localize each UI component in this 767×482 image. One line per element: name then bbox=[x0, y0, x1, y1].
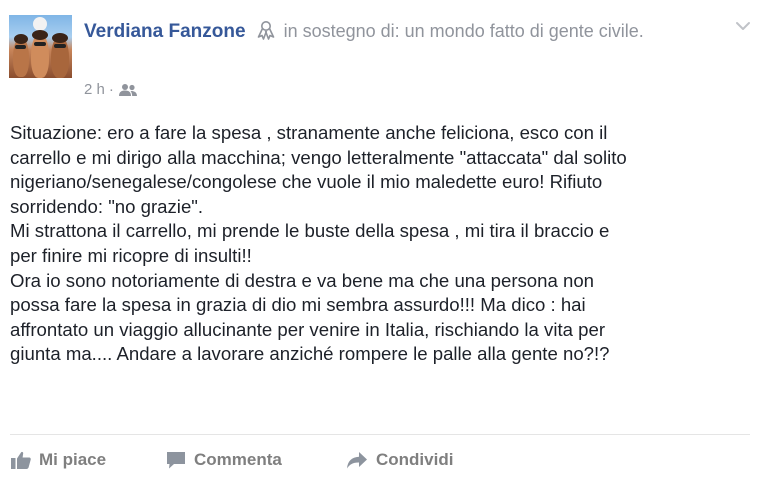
comment-button[interactable]: Commenta bbox=[165, 450, 345, 470]
post-header: Verdiana Fanzone in sostegno di: un mond… bbox=[84, 17, 704, 46]
post-timestamp[interactable]: 2 h bbox=[84, 80, 105, 100]
post-line: affrontato un viaggio allucinante per ve… bbox=[10, 318, 606, 340]
share-label: Condividi bbox=[376, 450, 454, 469]
support-ribbon-icon bbox=[257, 21, 274, 40]
like-label: Mi piace bbox=[39, 450, 107, 469]
avatar[interactable] bbox=[9, 15, 72, 78]
post-line: per finire mi ricopre di insulti!! bbox=[10, 244, 252, 266]
share-arrow-icon bbox=[347, 452, 367, 469]
action-bar: Mi piace Commenta Condividi bbox=[10, 447, 453, 473]
post-line: giunta ma.... Andare a lavorare anziché … bbox=[10, 343, 610, 365]
post-line: Ora io sono notoriamente di destra e va … bbox=[10, 269, 595, 291]
thumbs-up-icon bbox=[11, 451, 31, 469]
chevron-down-icon[interactable] bbox=[734, 19, 752, 33]
comment-icon bbox=[167, 452, 185, 469]
author-name[interactable]: Verdiana Fanzone bbox=[84, 21, 246, 42]
post-line: possa fare la spesa in grazia di dio mi … bbox=[10, 294, 586, 316]
post-line: nigeriano/senegalese/congolese che vuole… bbox=[10, 171, 603, 193]
friends-icon[interactable] bbox=[118, 83, 138, 97]
post-meta: 2 h · bbox=[84, 80, 138, 100]
post-line: sorridendo: "no grazie". bbox=[10, 195, 204, 217]
post-line: Mi strattona il carrello, mi prende le b… bbox=[10, 220, 610, 242]
post-body: Situazione: ero a fare la spesa , strana… bbox=[10, 121, 755, 367]
post-line: carrello e mi dirigo alla macchina; veng… bbox=[10, 146, 627, 168]
divider bbox=[10, 434, 750, 435]
comment-label: Commenta bbox=[194, 450, 282, 469]
support-text[interactable]: in sostegno di: un mondo fatto di gente … bbox=[284, 21, 644, 41]
like-button[interactable]: Mi piace bbox=[10, 450, 165, 470]
post-line: Situazione: ero a fare la spesa , strana… bbox=[10, 122, 608, 143]
facebook-post: Verdiana Fanzone in sostegno di: un mond… bbox=[0, 0, 767, 482]
meta-separator: · bbox=[108, 81, 114, 98]
share-button[interactable]: Condividi bbox=[345, 450, 453, 470]
